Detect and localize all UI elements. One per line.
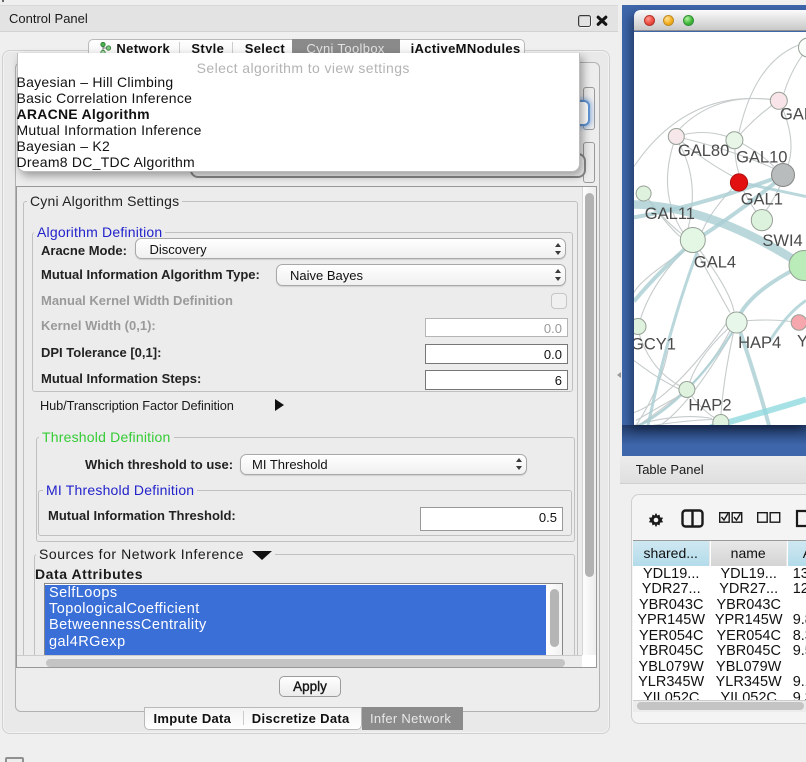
svg-text:GAL4: GAL4 [694, 254, 736, 272]
svg-text:YJ: YJ [797, 333, 806, 351]
svg-text:SWI4: SWI4 [762, 232, 802, 250]
svg-text:GAL10: GAL10 [736, 149, 787, 167]
svg-text:GAL11: GAL11 [645, 205, 695, 223]
svg-text:GAL2: GAL2 [780, 106, 806, 124]
svg-text:GAL80: GAL80 [678, 142, 729, 160]
svg-text:HAP4: HAP4 [738, 334, 781, 352]
svg-text:GCY1: GCY1 [634, 336, 676, 354]
svg-text:GAL1: GAL1 [741, 191, 783, 209]
svg-text:HAP2: HAP2 [688, 397, 731, 415]
